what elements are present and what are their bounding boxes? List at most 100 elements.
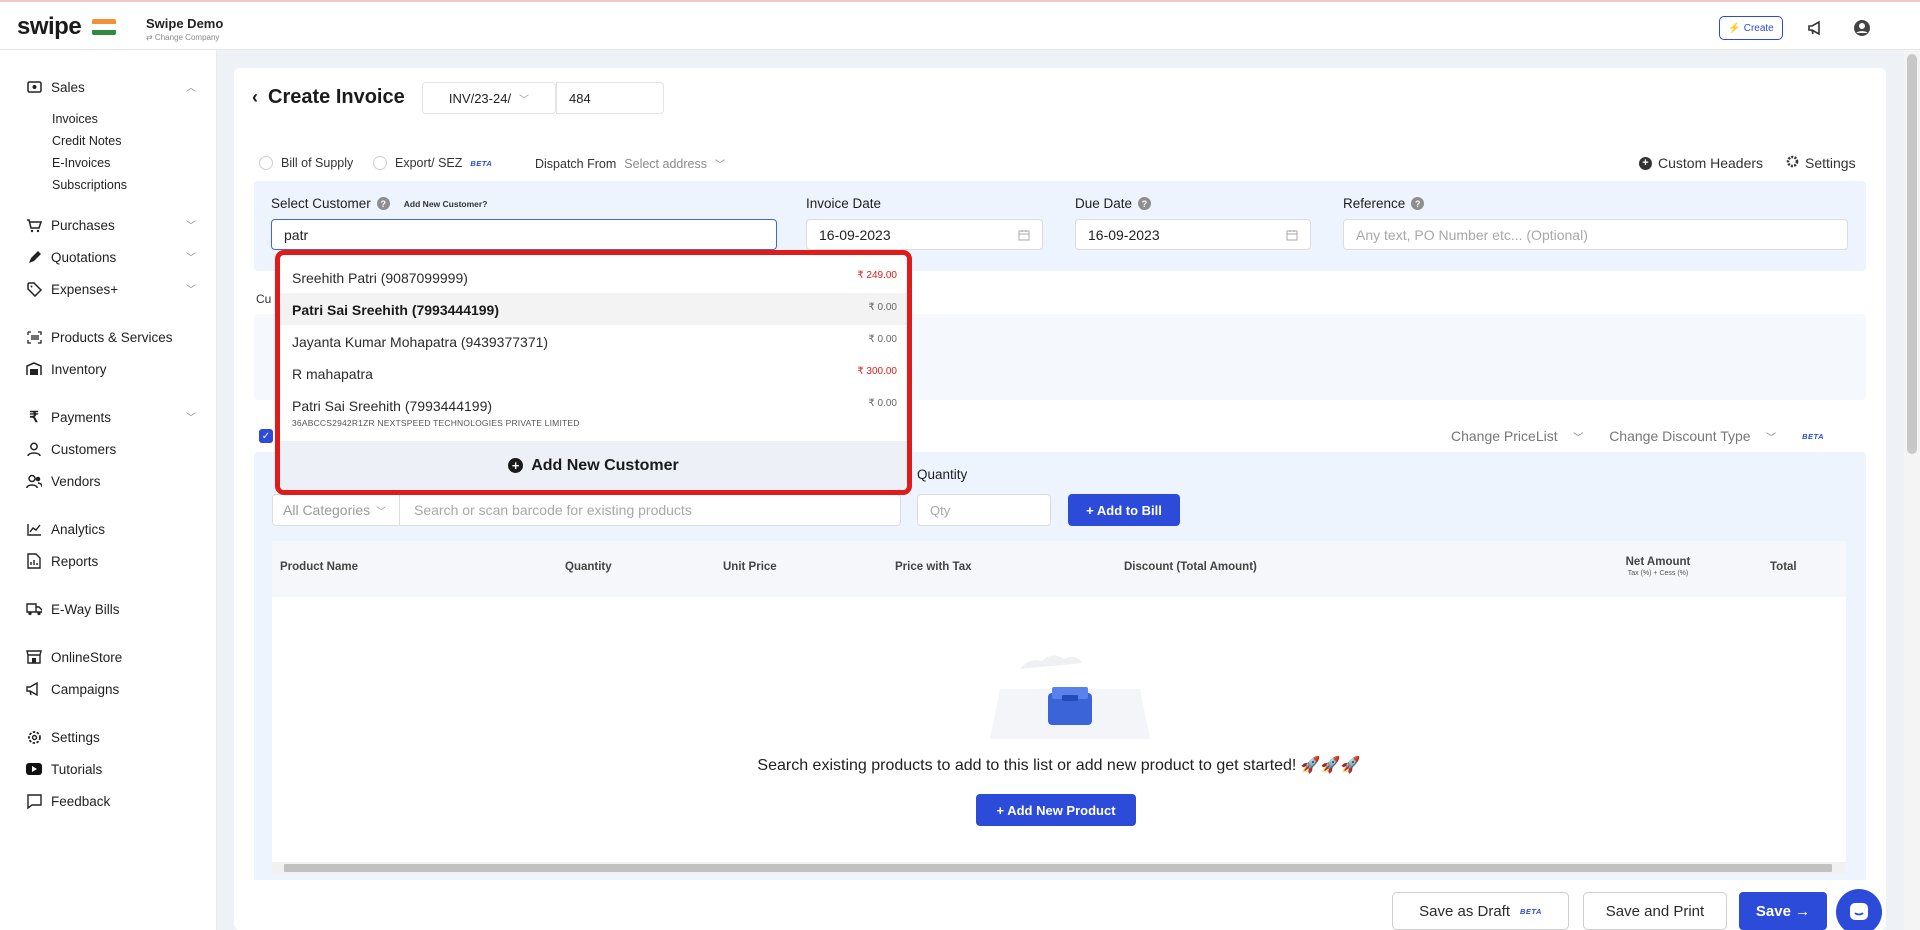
swipe-logo[interactable]: swipe (17, 13, 82, 41)
cash-icon (26, 79, 42, 95)
sidebar-item-analytics[interactable]: Analytics (26, 521, 196, 537)
reference-input[interactable]: Any text, PO Number etc... (Optional) (1343, 219, 1848, 250)
chevron-down-icon: ﹀ (519, 94, 530, 106)
invoice-prefix-select[interactable]: INV/23-24/ ﹀ (422, 82, 556, 114)
sidebar-item-payments[interactable]: ₹ Payments ﹀ (26, 409, 196, 426)
sidebar-item-onlinestore[interactable]: OnlineStore (26, 649, 196, 665)
sidebar-item-e-invoices[interactable]: E-Invoices (52, 156, 110, 170)
due-date-input[interactable]: 16-09-2023 (1075, 219, 1311, 250)
report-icon (26, 553, 42, 569)
export-sez-checkbox[interactable]: Export/ SEZ BETA (373, 156, 492, 170)
top-header: swipe Swipe Demo ⇄ Change Company ⚡ Crea… (0, 2, 1920, 50)
sidebar-item-inventory[interactable]: Inventory (26, 361, 196, 377)
sidebar-item-products[interactable]: Products & Services (26, 329, 196, 345)
table-header: Product Name Quantity Unit Price Price w… (272, 541, 1846, 597)
sidebar-item-expenses[interactable]: Expenses+ ﹀ (26, 281, 196, 297)
company-name: Swipe Demo (146, 16, 224, 31)
india-flag-icon (92, 19, 116, 35)
add-new-customer-button[interactable]: + Add New Customer (280, 441, 907, 490)
sidebar-item-reports[interactable]: Reports (26, 553, 196, 569)
plus-circle-icon: + (508, 458, 524, 473)
gear-icon (1786, 155, 1799, 171)
barcode-icon (26, 329, 42, 345)
invoice-date-label: Invoice Date (806, 196, 882, 211)
add-to-bill-button[interactable]: + Add to Bill (1068, 494, 1180, 526)
quantity-input[interactable]: Qty (917, 494, 1051, 526)
chevron-down-icon: ﹀ (186, 413, 196, 424)
sidebar-item-invoices[interactable]: Invoices (52, 112, 98, 126)
save-and-print-button[interactable]: Save and Print (1583, 892, 1727, 930)
save-button[interactable]: Save → (1739, 892, 1827, 930)
tag-icon (26, 281, 42, 297)
warehouse-icon (26, 361, 42, 377)
pen-icon (26, 249, 42, 265)
rupee-icon: ₹ (29, 409, 39, 426)
dropdown-option[interactable]: Patri Sai Sreehith (7993444199) ₹ 0.00 3… (280, 389, 907, 435)
reference-label: Reference ? (1343, 196, 1425, 211)
change-company-link[interactable]: ⇄ Change Company (146, 33, 223, 42)
sidebar-item-purchases[interactable]: Purchases ﹀ (26, 217, 196, 233)
chevron-down-icon: ﹀ (186, 221, 196, 232)
truck-icon (26, 601, 42, 617)
change-pricelist-select[interactable]: Change PriceList ﹀ (1451, 428, 1583, 444)
support-chat-icon[interactable] (1836, 889, 1882, 930)
dropdown-option[interactable]: Patri Sai Sreehith (7993444199) ₹ 0.00 (280, 293, 907, 325)
empty-box-illustration (990, 629, 1150, 739)
bill-of-supply-checkbox[interactable]: Bill of Supply (259, 156, 353, 170)
sidebar-item-subscriptions[interactable]: Subscriptions (52, 178, 127, 192)
chart-line-icon (26, 521, 42, 537)
custom-headers-button[interactable]: + Custom Headers (1639, 155, 1763, 171)
calendar-icon (1286, 228, 1298, 244)
lightning-icon: ⚡ (1728, 22, 1741, 34)
sidebar-item-credit-notes[interactable]: Credit Notes (52, 134, 121, 148)
help-icon: ? (1138, 197, 1152, 210)
customer-dropdown: Sreehith Patri (9087099999) ₹ 249.00 Pat… (275, 250, 912, 495)
dropdown-option[interactable]: Sreehith Patri (9087099999) ₹ 249.00 (280, 261, 907, 293)
chevron-up-icon: ︿ (186, 83, 196, 94)
customer-search-input[interactable]: patr (271, 219, 777, 250)
customer-section-label: Cu (256, 292, 272, 306)
create-button[interactable]: ⚡ Create (1719, 16, 1783, 40)
settings-button[interactable]: Settings (1786, 155, 1856, 171)
page-title: ‹ Create Invoice (252, 86, 405, 108)
sidebar-item-vendors[interactable]: Vendors (26, 473, 196, 489)
table-horizontal-scrollbar[interactable] (272, 862, 1846, 874)
save-as-draft-button[interactable]: Save as Draft BETA (1392, 892, 1569, 930)
add-new-product-button[interactable]: + Add New Product (976, 794, 1136, 826)
cart-icon (26, 217, 42, 233)
items-checkbox[interactable]: ✓ (259, 429, 273, 443)
megaphone-icon[interactable] (1805, 17, 1827, 39)
sidebar-item-customers[interactable]: Customers (26, 441, 196, 457)
help-icon: ? (1411, 197, 1425, 210)
invoice-date-input[interactable]: 16-09-2023 (806, 219, 1043, 250)
user-account-icon[interactable] (1851, 17, 1873, 39)
page-vertical-scrollbar[interactable] (1904, 50, 1920, 930)
sidebar-item-feedback[interactable]: Feedback (26, 793, 196, 809)
product-search-input[interactable]: Search or scan barcode for existing prod… (400, 494, 901, 526)
products-table: Product Name Quantity Unit Price Price w… (272, 541, 1846, 869)
scrollbar-thumb[interactable] (284, 864, 1832, 872)
sidebar-item-eway-bills[interactable]: E-Way Bills (26, 601, 196, 617)
category-select[interactable]: All Categories ﹀ (272, 494, 400, 526)
sidebar-item-settings[interactable]: Settings (26, 729, 196, 745)
chevron-down-icon: ﹀ (714, 160, 725, 171)
store-icon (26, 649, 42, 665)
dropdown-option[interactable]: Jayanta Kumar Mohapatra (9439377371) ₹ 0… (280, 325, 907, 357)
sidebar-item-campaigns[interactable]: Campaigns (26, 681, 196, 697)
change-discount-select[interactable]: Change Discount Type ﹀ (1609, 428, 1776, 444)
dispatch-from-select[interactable]: Dispatch From Select address ﹀ (535, 156, 725, 172)
invoice-number-input[interactable]: 484 (556, 82, 664, 114)
dropdown-option[interactable]: R mahapatra ₹ 300.00 (280, 357, 907, 389)
youtube-icon (26, 761, 42, 777)
calendar-icon (1018, 228, 1030, 244)
empty-message: Search existing products to add to this … (757, 757, 1361, 774)
sidebar-item-tutorials[interactable]: Tutorials (26, 761, 196, 777)
chat-icon (26, 793, 42, 809)
company-switcher[interactable]: Swipe Demo ⇄ Change Company (146, 16, 223, 42)
sidebar-item-quotations[interactable]: Quotations ﹀ (26, 249, 196, 265)
back-arrow-icon[interactable]: ‹ (252, 87, 258, 108)
sidebar-item-sales[interactable]: Sales ︿ (26, 79, 196, 95)
add-new-customer-link[interactable]: Add New Customer? (404, 199, 488, 209)
scrollbar-thumb[interactable] (1907, 54, 1917, 454)
chevron-down-icon: ﹀ (376, 506, 387, 518)
